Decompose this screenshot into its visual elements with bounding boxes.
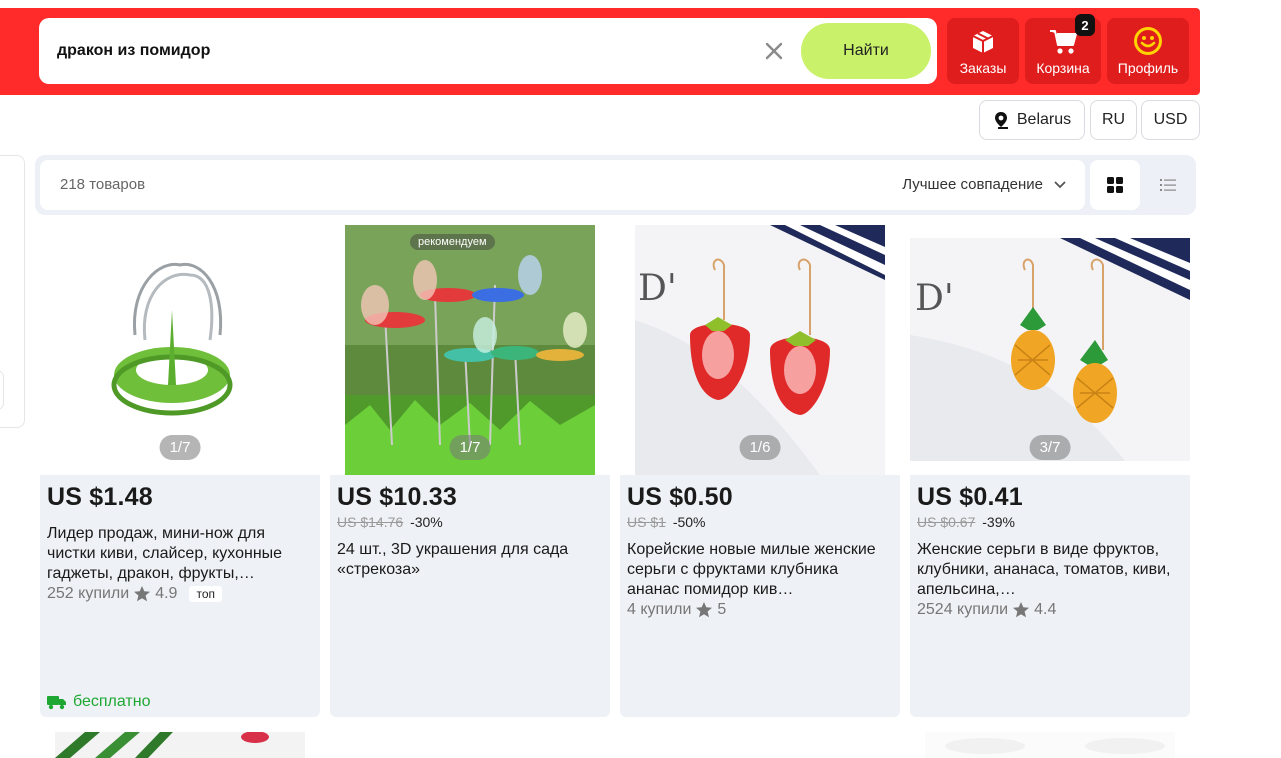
box-icon: [967, 26, 999, 56]
chevron-down-icon: [1054, 180, 1066, 188]
currency-label: USD: [1153, 111, 1188, 128]
rating: 4.9: [155, 585, 178, 602]
profile-button[interactable]: Профиль: [1107, 18, 1189, 84]
bought-count: 4 купили: [627, 601, 692, 618]
product-info: US $10.33 US $14.76 -30% 24 шт., 3D укра…: [330, 475, 610, 717]
product-card[interactable]: D' 3/7 US $0.41 US $0.67 -39% Женские се…: [910, 225, 1190, 717]
price-discount-row: US $1 -50%: [627, 514, 893, 530]
image-counter: 1/6: [739, 435, 781, 460]
country-label: Belarus: [1016, 111, 1072, 128]
product-info: US $0.50 US $1 -50% Корейские новые милы…: [620, 475, 900, 717]
product-price: US $0.41: [917, 483, 1023, 511]
free-shipping: бесплатно: [47, 693, 151, 711]
profile-label: Профиль: [1117, 60, 1179, 76]
rating: 5: [717, 601, 727, 618]
svg-text:D': D': [638, 268, 677, 309]
discount: -39%: [982, 514, 1015, 530]
image-counter: 1/7: [159, 435, 201, 460]
next-row-product-image[interactable]: [55, 732, 305, 758]
product-image: 1/7: [40, 225, 320, 475]
star-icon: [134, 586, 151, 602]
location-pin-icon: [994, 112, 1008, 129]
sort-label: Лучшее совпадение: [902, 176, 1043, 193]
price-discount-row: US $0.67 -39%: [917, 514, 1183, 530]
price-discount-row: US $14.76 -30%: [337, 514, 603, 530]
image-counter: 3/7: [1029, 435, 1071, 460]
orders-label: Заказы: [959, 60, 1007, 76]
shipping-label: бесплатно: [73, 693, 151, 710]
product-price: US $1.48: [47, 483, 153, 511]
orders-button[interactable]: Заказы: [947, 18, 1019, 84]
currency-selector[interactable]: USD: [1141, 100, 1200, 140]
sort-dropdown[interactable]: Лучшее совпадение: [902, 176, 1067, 193]
search-input[interactable]: [57, 38, 757, 64]
star-icon: [696, 602, 713, 618]
old-price: US $1: [627, 514, 666, 530]
product-meta: 2524 купили 4.4: [917, 601, 1183, 619]
find-button[interactable]: Найти: [801, 23, 931, 79]
old-price: US $0.67: [917, 514, 976, 530]
product-price: US $10.33: [337, 483, 457, 511]
product-title: 24 шт., 3D украшения для сада «стрекоза»: [337, 541, 569, 578]
product-price: US $0.50: [627, 483, 733, 511]
list-icon: [1160, 179, 1176, 191]
product-info: US $1.48 Лидер продаж, мини-нож для чист…: [40, 475, 320, 717]
image-counter: 1/7: [449, 435, 491, 460]
header-bar: Найти Заказы Корзина 2: [0, 8, 1200, 95]
search-box: Найти: [39, 18, 937, 84]
product-image: D' 3/7: [910, 225, 1190, 475]
product-meta: 4 купили 5: [627, 601, 893, 619]
product-card[interactable]: D' 1/6 US $0.50 US $1 -50% Корейские нов…: [620, 225, 900, 717]
clear-search-button[interactable]: [761, 38, 787, 64]
language-selector[interactable]: RU: [1090, 100, 1137, 140]
close-icon: [765, 42, 783, 60]
bought-count: 252 купили: [47, 585, 130, 602]
cart-label: Корзина: [1036, 60, 1090, 76]
product-title: Женские серьги в виде фруктов, клубники,…: [917, 541, 1171, 598]
rating: 4.4: [1034, 601, 1057, 618]
product-title: Корейские новые милые женские серьги с ф…: [627, 541, 876, 598]
next-row-product-image[interactable]: [925, 732, 1175, 758]
svg-text:D': D': [915, 278, 954, 319]
filters-panel-control: [0, 370, 4, 410]
product-card[interactable]: 1/7 US $1.48 Лидер продаж, мини-нож для …: [40, 225, 320, 717]
product-meta: 252 купили 4.9 топ: [47, 585, 313, 603]
smiley-icon: [1132, 26, 1164, 56]
product-image: D' 1/6: [620, 225, 900, 475]
top-badge: топ: [189, 586, 222, 602]
partial-product-image: [55, 732, 305, 758]
star-icon: [1013, 602, 1030, 618]
product-title: Лидер продаж, мини-нож для чистки киви, …: [47, 525, 283, 582]
old-price: US $14.76: [337, 514, 404, 530]
product-info: US $0.41 US $0.67 -39% Женские серьги в …: [910, 475, 1190, 717]
truck-icon: [47, 696, 66, 710]
bought-count: 2524 купили: [917, 601, 1009, 618]
product-image: рекомендуем 1/7: [330, 225, 610, 475]
cart-count-badge: 2: [1075, 14, 1095, 36]
grid-icon: [1107, 177, 1123, 193]
discount: -30%: [410, 514, 443, 530]
product-card[interactable]: рекомендуем 1/7 US $10.33 US $14.76 -30%…: [330, 225, 610, 717]
discount: -50%: [672, 514, 706, 530]
list-view-button[interactable]: [1145, 160, 1191, 210]
results-count: 218 товаров: [60, 176, 146, 193]
results-count-box: 218 товаров Лучшее совпадение: [40, 160, 1085, 210]
grid-view-button[interactable]: [1090, 160, 1140, 210]
cart-button[interactable]: Корзина 2: [1025, 14, 1101, 84]
partial-product-image: [925, 732, 1175, 758]
recommended-badge: рекомендуем: [410, 234, 495, 250]
results-toolbar: 218 товаров Лучшее совпадение: [35, 155, 1196, 215]
language-label: RU: [1101, 111, 1126, 128]
country-selector[interactable]: Belarus: [979, 100, 1085, 140]
